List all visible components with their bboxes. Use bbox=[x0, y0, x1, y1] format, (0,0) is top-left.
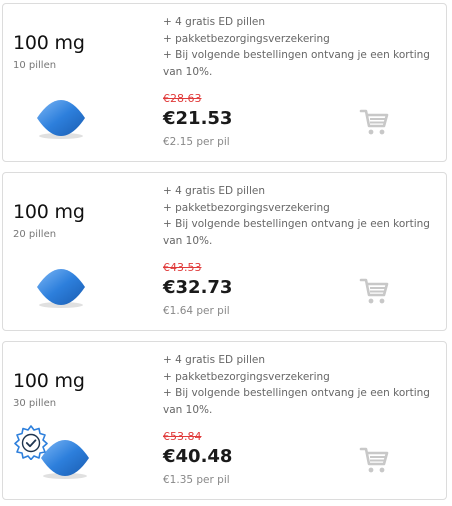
benefit-item: + 4 gratis ED pillen bbox=[163, 16, 266, 28]
old-price: €43.53 bbox=[163, 261, 202, 274]
benefit-item: + pakketbezorgingsverzekering bbox=[163, 370, 330, 383]
old-price: €28.63 bbox=[163, 92, 202, 105]
per-pill-price: €2.15 per pil bbox=[163, 136, 230, 148]
offer-card[interactable]: 100 mg 30 pillen + 4 gratis ED pillen + … bbox=[2, 341, 447, 500]
pill-icon bbox=[37, 100, 85, 139]
benefit-item: van 10%. bbox=[163, 234, 213, 247]
benefit-item: + pakketbezorgingsverzekering bbox=[163, 32, 330, 45]
dose-label: 100 mg bbox=[13, 32, 85, 54]
benefit-item: + Bij volgende bestellingen ontvang je e… bbox=[163, 49, 430, 61]
price: €40.48 bbox=[163, 446, 233, 467]
verified-badge-icon bbox=[14, 425, 48, 460]
old-price: €53.84 bbox=[163, 430, 202, 443]
pill-count: 20 pillen bbox=[13, 229, 57, 240]
benefit-item: + 4 gratis ED pillen bbox=[163, 185, 266, 197]
benefit-item: van 10%. bbox=[163, 403, 213, 416]
pill-count: 10 pillen bbox=[13, 60, 57, 71]
per-pill-price: €1.64 per pil bbox=[163, 305, 230, 317]
benefits-list: + 4 gratis ED pillen + pakketbezorgingsv… bbox=[163, 14, 443, 80]
price: €32.73 bbox=[163, 277, 233, 298]
benefit-item: + Bij volgende bestellingen ontvang je e… bbox=[163, 218, 430, 230]
benefit-item: van 10%. bbox=[163, 65, 213, 78]
cart-icon[interactable] bbox=[359, 107, 389, 137]
dose-label: 100 mg bbox=[13, 370, 85, 392]
per-pill-price: €1.35 per pil bbox=[163, 474, 230, 486]
offer-card[interactable]: 100 mg 20 pillen + 4 gratis ED pillen + … bbox=[2, 172, 447, 331]
benefits-list: + 4 gratis ED pillen + pakketbezorgingsv… bbox=[163, 183, 443, 249]
cart-icon[interactable] bbox=[359, 445, 389, 475]
pill-count: 30 pillen bbox=[13, 398, 57, 409]
benefit-item: + pakketbezorgingsverzekering bbox=[163, 201, 330, 214]
dose-label: 100 mg bbox=[13, 201, 85, 223]
cart-icon[interactable] bbox=[359, 276, 389, 306]
benefit-item: + Bij volgende bestellingen ontvang je e… bbox=[163, 387, 430, 399]
offer-card[interactable]: 100 mg 10 pillen + 4 gratis ED pillen + … bbox=[2, 3, 447, 162]
benefits-list: + 4 gratis ED pillen + pakketbezorgingsv… bbox=[163, 352, 443, 418]
price: €21.53 bbox=[163, 108, 233, 129]
benefit-item: + 4 gratis ED pillen bbox=[163, 354, 266, 366]
pill-icon bbox=[37, 269, 85, 308]
